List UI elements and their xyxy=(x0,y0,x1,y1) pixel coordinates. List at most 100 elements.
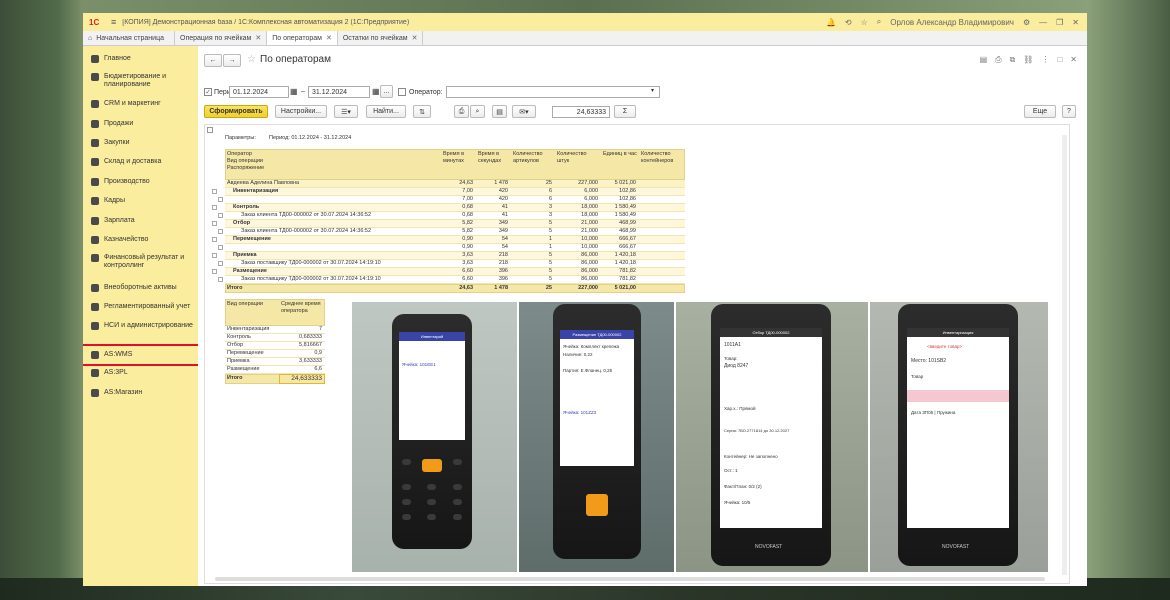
date-from-field[interactable]: 01.12.2024 xyxy=(229,86,289,98)
sidebar-item-label: CRM и маркетинг xyxy=(104,100,161,107)
more-icon[interactable]: ⋮ xyxy=(1041,55,1049,65)
period-select-button[interactable]: ... xyxy=(380,85,393,98)
restore-icon[interactable]: ❐ xyxy=(1056,18,1063,27)
title-bar: 1С ≡ [КОПИЯ] Демонстрационная база / 1С:… xyxy=(83,13,1087,31)
sidebar-item-as-wms[interactable]: AS:WMS xyxy=(83,344,200,366)
sort-button[interactable]: ⇅ xyxy=(413,105,431,118)
column-subheader: Вид операции xyxy=(227,158,263,164)
sidebar-item-production[interactable]: Производство xyxy=(83,178,198,186)
close-tab-icon[interactable]: ✕ xyxy=(255,34,261,42)
expand-toggle xyxy=(218,229,223,234)
scanner-screen: Инвентаризация <введите товар> Место: 10… xyxy=(907,328,1009,528)
vertical-scrollbar[interactable] xyxy=(1062,135,1067,575)
key xyxy=(402,484,411,490)
print-icon[interactable]: ⎙ xyxy=(995,55,1001,65)
sum-field[interactable]: 24,63333 xyxy=(552,106,610,118)
copy-icon[interactable]: ⧉ xyxy=(1010,55,1016,65)
operator-checkbox[interactable] xyxy=(398,88,406,96)
cell-value: 10,000 xyxy=(581,236,598,242)
key xyxy=(453,514,462,520)
sidebar-item-regulated-accounting[interactable]: Регламентированный учет xyxy=(83,303,198,311)
cell-value: 468,99 xyxy=(619,228,636,234)
sidebar-item-sales[interactable]: Продажи xyxy=(83,120,198,128)
user-name[interactable]: Орлов Александр Владимирович xyxy=(890,18,1014,27)
generate-button[interactable]: Сформировать xyxy=(204,105,268,118)
screen-text: Диод 8247 xyxy=(724,363,749,369)
sidebar-item-hr[interactable]: Кадры xyxy=(83,197,198,205)
tab-cell-balances[interactable]: Остатки по ячейкам ✕ xyxy=(337,31,424,45)
preview-button[interactable]: ⌕ xyxy=(470,105,485,118)
close-tab-icon[interactable]: ✕ xyxy=(326,34,332,42)
cell-value: 86,000 xyxy=(581,260,598,266)
history-icon[interactable]: ⟲ xyxy=(845,18,852,27)
sidebar-item-main[interactable]: Главное xyxy=(83,55,198,63)
forward-button[interactable]: → xyxy=(223,54,241,67)
help-button[interactable]: ? xyxy=(1062,105,1076,118)
sidebar-item-label: Бюджетирование и планирование xyxy=(104,73,167,88)
menu-icon[interactable]: ≡ xyxy=(111,17,116,27)
favorite-star-icon[interactable]: ☆ xyxy=(247,54,256,65)
sidebar-item-admin[interactable]: НСИ и администрирование xyxy=(83,322,198,330)
save-button[interactable]: ▤ xyxy=(492,105,507,118)
find-button[interactable]: Найти... xyxy=(366,105,406,118)
sidebar-item-label: НСИ и администрирование xyxy=(104,322,193,329)
sidebar-item-as-3pl[interactable]: AS:3PL xyxy=(83,369,198,377)
dropdown-icon[interactable]: ▾ xyxy=(651,87,654,94)
horizontal-scrollbar[interactable] xyxy=(215,577,1045,581)
maximize-icon[interactable]: □ xyxy=(1057,55,1062,65)
photo-scanner-1: Инвентарий Ячейка: 101ЕЕ1 xyxy=(352,302,517,572)
more-button[interactable]: Еще xyxy=(1024,105,1056,118)
tab-home[interactable]: ⌂ Начальная страница xyxy=(83,31,175,45)
cell-value: 1 580,49 xyxy=(614,204,636,210)
minimize-icon[interactable]: — xyxy=(1039,18,1047,27)
sidebar-item-treasury[interactable]: Казначейство xyxy=(83,236,198,244)
settings-icon[interactable]: ⚙ xyxy=(1023,18,1030,27)
period-checkbox[interactable]: ✓ xyxy=(204,88,212,96)
assets-icon xyxy=(91,284,99,292)
sidebar-item-fixed-assets[interactable]: Внеоборотные активы xyxy=(83,284,198,292)
operator-field[interactable] xyxy=(446,86,660,98)
sigma-icon: Σ xyxy=(622,108,628,115)
calendar-icon[interactable]: ▦ xyxy=(290,87,298,96)
sum-button[interactable]: Σ xyxy=(614,105,636,118)
close-icon[interactable]: ✕ xyxy=(1070,55,1077,65)
app-window: 1С ≡ [КОПИЯ] Демонстрационная база / 1С:… xyxy=(83,13,1087,586)
star-icon[interactable]: ☆ xyxy=(861,18,868,27)
screen-text: Ост.: 1 xyxy=(724,468,738,473)
search-icon[interactable]: ⌕ xyxy=(877,17,881,27)
sidebar-item-crm[interactable]: CRM и маркетинг xyxy=(83,100,198,108)
close-icon[interactable]: ✕ xyxy=(1072,18,1079,27)
screen-text: Факт/План: 0/2 (2) xyxy=(724,484,762,489)
device-brand: NOVOFAST xyxy=(942,544,970,550)
settings-button[interactable]: Настройки... xyxy=(275,105,327,118)
sidebar-item-payroll[interactable]: Зарплата xyxy=(83,217,198,225)
sidebar-item-budgeting[interactable]: Бюджетирование и планирование xyxy=(83,73,198,89)
sidebar-item-financial-result[interactable]: Финансовый результат и контроллинг xyxy=(83,254,198,270)
cell-value: 666,67 xyxy=(619,244,636,250)
print-button[interactable]: ⎙ xyxy=(454,105,469,118)
back-button[interactable]: ← xyxy=(204,54,222,67)
summary-total-value: 24,633333 xyxy=(291,375,322,382)
sidebar-item-as-shop[interactable]: AS:Магазин xyxy=(83,389,198,397)
cell-value: 6,000 xyxy=(584,188,598,194)
close-tab-icon[interactable]: ✕ xyxy=(412,34,418,42)
save-icon[interactable]: ▤ xyxy=(980,55,988,65)
calendar-icon[interactable]: ▦ xyxy=(372,87,380,96)
variant-button[interactable]: ☰▾ xyxy=(334,105,358,118)
cell-value: 18,000 xyxy=(581,212,598,218)
scanner-screen: Отбор ТД00-000002 1011А1 Товар: Диод 824… xyxy=(720,328,822,528)
date-to-field[interactable]: 31.12.2024 xyxy=(308,86,370,98)
mail-button[interactable]: ✉▾ xyxy=(512,105,536,118)
link-icon[interactable]: ⛓ xyxy=(1023,55,1033,65)
cell-value: 18,000 xyxy=(581,204,598,210)
tab-cell-operations[interactable]: Операция по ячейкам ✕ xyxy=(175,31,268,45)
cell-value: 102,86 xyxy=(619,188,636,194)
tab-by-operators[interactable]: По операторам ✕ xyxy=(267,31,338,45)
bell-icon[interactable]: 🔔 xyxy=(826,18,836,27)
cell-value: 0,68 xyxy=(462,212,473,218)
collapse-icon[interactable] xyxy=(207,127,213,133)
cell-value: 0,90 xyxy=(462,244,473,250)
sidebar-item-warehouse[interactable]: Склад и доставка xyxy=(83,158,198,166)
sidebar-item-label: Регламентированный учет xyxy=(104,303,191,310)
sidebar-item-purchases[interactable]: Закупки xyxy=(83,139,198,147)
